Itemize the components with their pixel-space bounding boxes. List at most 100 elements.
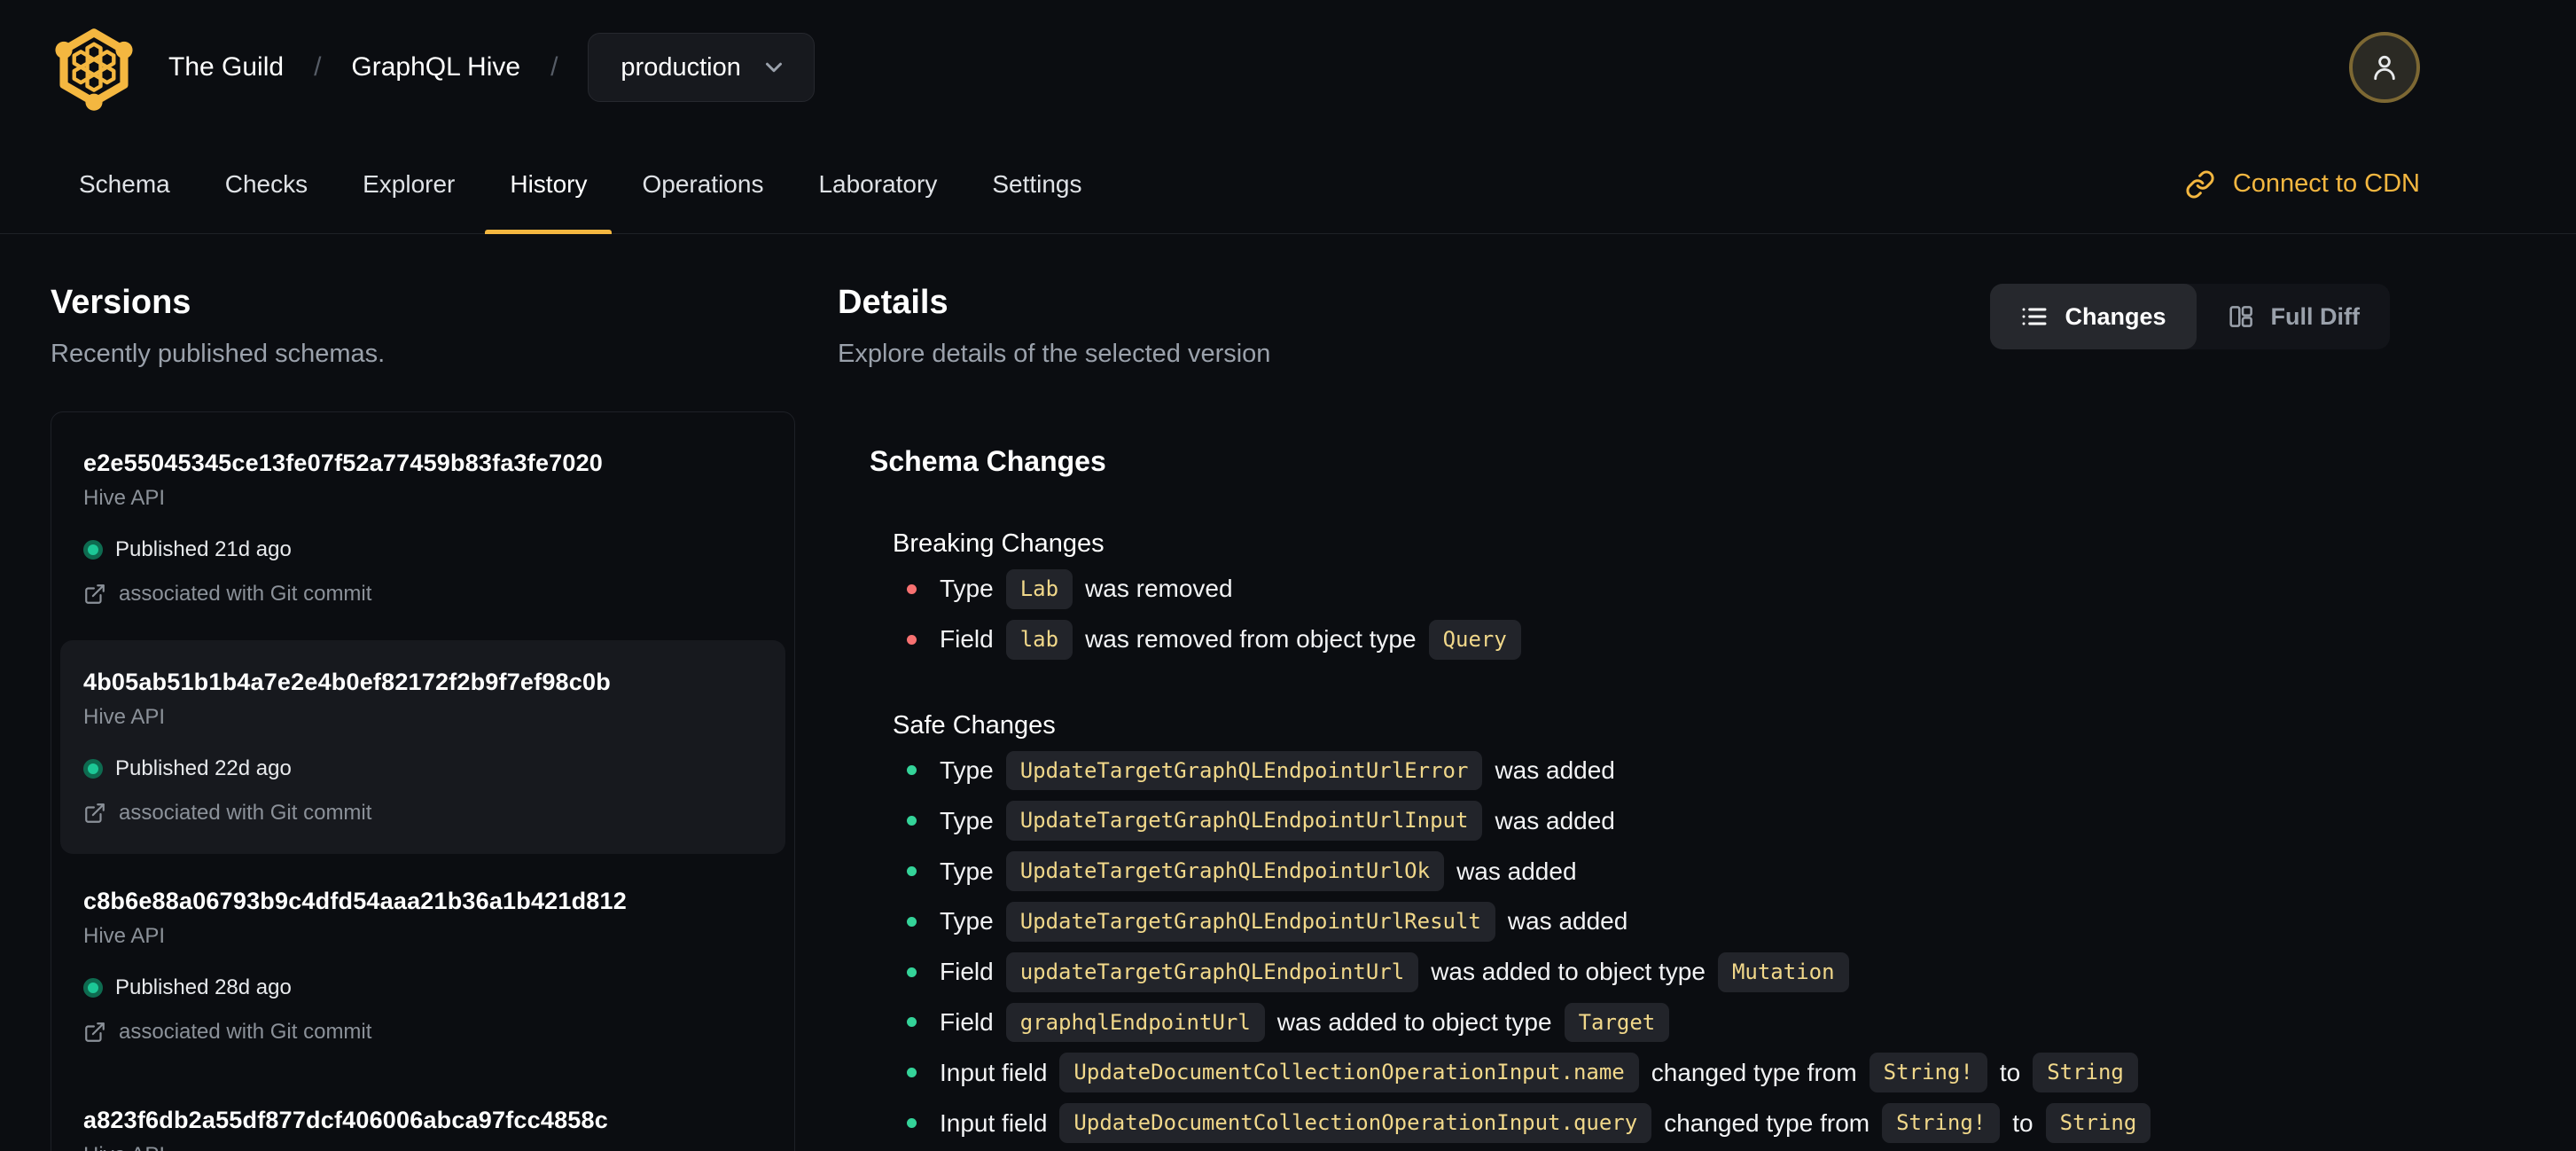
change-text: Type [940,857,994,885]
schema-entity-chip: Query [1428,619,1521,660]
schema-entity-chip: UpdateTargetGraphQLEndpointUrlOk [1005,851,1445,891]
change-section-title: Breaking Changes [893,529,1105,558]
schema-entity-chip: String [2045,1103,2151,1143]
details-panel: Details Explore details of the selected … [838,284,2390,1151]
version-hash: e2e55045345ce13fe07f52a77459b83fa3fe7020 [83,450,604,476]
version-list-item[interactable]: e2e55045345ce13fe07f52a77459b83fa3fe7020… [60,421,785,635]
change-content: Field lab was removed from object type Quer… [940,619,1521,660]
breadcrumb-org[interactable]: The Guild [168,52,284,82]
connect-to-cdn-button[interactable]: Connect to CDN [2185,135,2420,233]
version-list-item[interactable]: c8b6e88a06793b9c4dfd54aaa21b36a1b421d812… [60,859,785,1073]
schema-change-item: Input field UpdateDocumentCollectionOpera… [893,1053,2390,1093]
published-status-dot [83,540,103,560]
target-dropdown-value: production [621,52,741,82]
git-commit-link[interactable]: associated with Git commit [83,1020,762,1045]
tab-operations[interactable]: Operations [617,135,788,233]
version-service: Hive API [83,924,166,948]
schema-changes-sections: Breaking Changes Type Lab was removed Fiel… [870,529,2390,1143]
schema-entity-chip: String [2033,1053,2138,1093]
diff-columns-icon [2229,306,2252,327]
changes-view-button[interactable]: Changes [1990,284,2197,349]
change-text: was added [1495,806,1615,834]
git-commit-label: associated with Git commit [119,1020,372,1044]
change-section: Safe Changes Type UpdateTargetGraphQLEndp… [893,711,2390,1143]
version-list-item[interactable]: a823f6db2a55df877dcf406006abca97fcc4858c… [60,1078,785,1151]
tab-explorer[interactable]: Explorer [338,135,480,233]
git-commit-label: associated with Git commit [119,582,372,606]
change-bullet-icon [907,916,917,927]
breadcrumb-project[interactable]: GraphQL Hive [351,52,520,82]
change-bullet-icon [907,634,917,645]
change-text: was added [1456,857,1577,885]
version-service: Hive API [83,486,166,510]
schema-entity-chip: lab [1005,619,1073,660]
change-section-title: Safe Changes [893,710,1056,740]
changes-view-label: Changes [2065,302,2166,330]
schema-change-item: Input field UpdateDocumentCollectionOpera… [893,1103,2390,1143]
change-content: Type Lab was removed [940,569,1233,609]
schema-change-item: Type UpdateTargetGraphQLEndpointUrlError w… [893,750,2390,791]
change-content: Input field UpdateDocumentCollectionOpera… [940,1053,2138,1093]
user-menu-button[interactable] [2349,32,2420,103]
connect-to-cdn-label: Connect to CDN [2232,169,2420,198]
user-icon [2374,55,2395,81]
schema-change-item: Field graphqlEndpointUrl was added to obje… [893,1002,2390,1043]
breadcrumb-separator: / [550,52,558,82]
list-icon [2023,308,2047,325]
chevron-down-icon [765,62,782,73]
change-text: Type [940,756,994,784]
change-text: Type [940,806,994,834]
change-content: Type UpdateTargetGraphQLEndpointUrlError w… [940,750,1615,791]
project-nav: Schema Checks Explorer History Operations Lab… [0,135,2576,234]
git-commit-label: associated with Git commit [119,801,372,825]
schema-change-item: Type Lab was removed [893,569,2390,609]
tab-settings[interactable]: Settings [967,135,1106,233]
schema-change-item: Field updateTargetGraphQLEndpointUrl was a… [893,951,2390,992]
version-hash: a823f6db2a55df877dcf406006abca97fcc4858c [83,1107,608,1133]
tab-history[interactable]: History [485,135,613,234]
change-text: was added [1495,756,1615,784]
full-diff-view-button[interactable]: Full Diff [2197,284,2390,349]
change-text: Field [940,1007,994,1036]
nav-tabs: Schema Checks Explorer History Operations Lab… [54,135,1107,234]
version-status: Published 21d ago [83,537,762,562]
view-toggle-group: Changes Full Diff [1990,284,2390,349]
published-status-dot [83,978,103,998]
change-text: was added to object type [1276,1007,1552,1036]
change-text: Type [940,575,994,603]
version-status-text: Published 21d ago [115,537,292,561]
schema-changes-title: Schema Changes [870,445,1106,477]
version-status-text: Published 22d ago [115,756,292,780]
hive-logo-icon[interactable] [50,23,138,112]
change-text: Input field [940,1058,1048,1086]
published-status-dot [83,759,103,779]
schema-entity-chip: UpdateTargetGraphQLEndpointUrlInput [1005,801,1483,842]
schema-entity-chip: String! [1882,1103,2001,1143]
tab-schema[interactable]: Schema [54,135,195,233]
schema-entity-chip: UpdateTargetGraphQLEndpointUrlError [1005,750,1483,791]
tab-checks[interactable]: Checks [200,135,332,233]
change-text: was added to object type [1431,958,1706,986]
tab-laboratory[interactable]: Laboratory [793,135,962,233]
change-text: Type [940,907,994,936]
change-text: to [1999,1058,2021,1086]
details-title: Details [838,284,948,321]
versions-panel: Versions Recently published schemas. e2e… [51,284,795,1151]
change-content: Type UpdateTargetGraphQLEndpointUrlResult… [940,901,1628,942]
schema-entity-chip: Target [1564,1002,1670,1043]
git-commit-link[interactable]: associated with Git commit [83,801,762,826]
versions-title: Versions [51,284,191,321]
change-content: Field graphqlEndpointUrl was added to obje… [940,1002,1670,1043]
version-service: Hive API [83,705,166,729]
change-bullet-icon [907,1068,917,1078]
change-content: Input field UpdateDocumentCollectionOpera… [940,1103,2151,1143]
git-commit-link[interactable]: associated with Git commit [83,582,762,607]
version-list-item[interactable]: 4b05ab51b1b4a7e2e4b0ef82172f2b9f7ef98c0b… [60,640,785,854]
change-bullet-icon [907,765,917,776]
change-text: Field [940,625,994,654]
schema-entity-chip: UpdateTargetGraphQLEndpointUrlResult [1005,901,1495,942]
target-dropdown[interactable]: production [588,33,815,102]
schema-entity-chip: updateTargetGraphQLEndpointUrl [1005,951,1419,992]
change-bullet-icon [907,1017,917,1028]
full-diff-view-label: Full Diff [2270,302,2360,330]
